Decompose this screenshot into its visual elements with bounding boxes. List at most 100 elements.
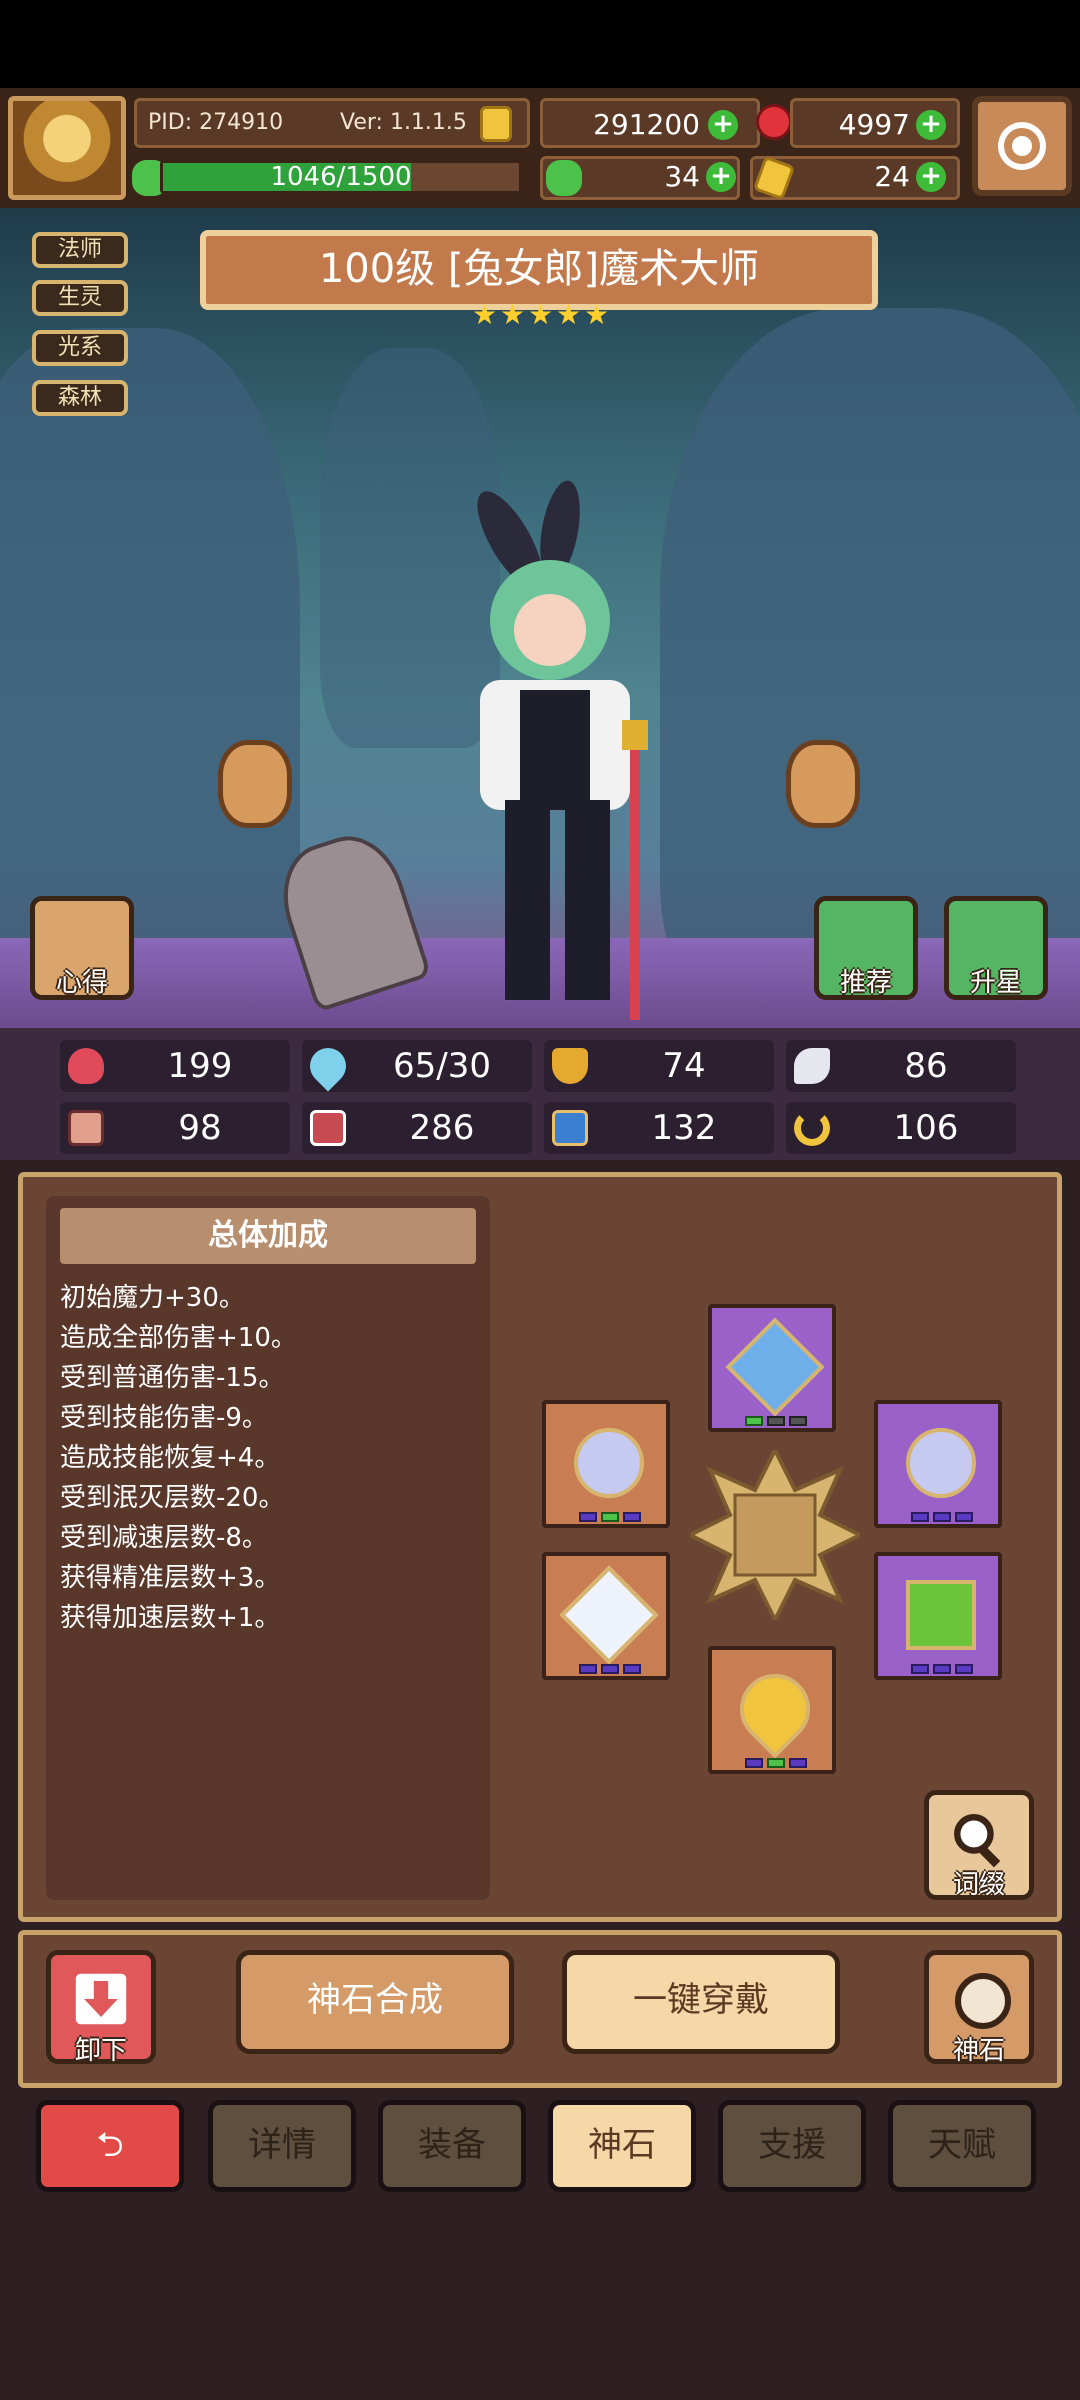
gold-coin-icon [480,106,512,142]
gem-slot-upper-left[interactable] [542,1400,670,1528]
affix-label: 词缀 [952,1870,1005,1900]
settings-button[interactable] [972,96,1072,196]
tag-terrain: 森林 [32,380,128,416]
magnifier-icon [954,1814,1001,1868]
star-icon: ★ [500,298,526,331]
slot-sockets [742,1758,810,1772]
tag-element: 光系 [32,330,128,366]
star-icon: ★ [556,298,582,331]
affix-button[interactable]: 词缀 [924,1790,1034,1900]
bonus-line: 受到减速层数-8。 [60,1523,268,1553]
red-gem-icon [756,104,792,140]
stat-mana: 65/30 [302,1040,532,1092]
add-clover-button[interactable]: + [706,162,736,192]
add-gold-button[interactable]: + [708,110,738,140]
slot-sockets [908,1664,976,1678]
fist-icon [68,1110,104,1146]
star-icon: ★ [584,298,610,331]
stat-value: 86 [904,1046,948,1086]
gem-slot-lower-left[interactable] [542,1552,670,1680]
godstone-button[interactable]: 神石 [924,1950,1034,2066]
player-avatar[interactable] [8,96,126,200]
tab-support[interactable]: 支援 [718,2100,866,2192]
book-icon [310,1110,346,1146]
horn-amount: 24 [874,160,910,193]
bottom-tab-bar: ⮌ 详情 装备 神石 支援 天赋 [36,2100,1046,2192]
stat-value: 199 [167,1046,233,1086]
boot-icon [552,1110,588,1146]
equip-all-button[interactable]: 一键穿戴 [562,1950,840,2054]
down-arrow-icon [75,1973,127,2025]
stat-value: 98 [178,1108,222,1148]
bonus-line: 受到技能伤害-9。 [60,1403,268,1433]
tab-talent[interactable]: 天赋 [888,2100,1036,2192]
tag-class: 法师 [32,232,128,268]
add-horn-button[interactable]: + [916,162,946,192]
gem-slot-lower-right[interactable] [874,1552,1002,1680]
tag-race: 生灵 [32,280,128,316]
gem-slot-upper-right[interactable] [874,1400,1002,1528]
center-emblem-icon [690,1450,860,1620]
return-arrow-icon: ⮌ [96,2125,124,2165]
recommend-label: 推荐 [839,968,892,998]
stat-magic: 286 [302,1102,532,1154]
slot-sockets [576,1512,644,1526]
bonus-title: 总体加成 [60,1208,476,1264]
bonus-line: 造成技能恢复+4。 [60,1443,281,1473]
gem-amount: 4997 [838,108,910,141]
back-button[interactable]: ⮌ [36,2100,184,2192]
stat-hp: 199 [60,1040,290,1092]
bonus-line: 受到泯灭层数-20。 [60,1483,285,1513]
tab-godstone[interactable]: 神石 [548,2100,696,2192]
notes-button[interactable]: 心得 [30,896,134,1000]
bonus-line: 受到普通伤害-15。 [60,1363,285,1393]
star-rating: ★ ★ ★ ★ ★ [472,298,612,336]
horseshoe-icon [794,1110,830,1146]
heart-icon [68,1048,104,1084]
star-icon: ★ [528,298,554,331]
pid-text: PID: 274910 [148,110,284,135]
xp-text: 1046/1500 [270,162,412,192]
status-bar-area [0,0,1080,88]
unequip-label: 卸下 [74,2036,127,2066]
stat-value: 106 [893,1108,959,1148]
stat-value: 286 [409,1108,475,1148]
stat-attack: 98 [60,1102,290,1154]
bonus-line: 造成全部伤害+10。 [60,1323,297,1353]
clover-amount: 34 [664,160,700,193]
gem-slot-top[interactable] [708,1304,836,1432]
tab-equipment[interactable]: 装备 [378,2100,526,2192]
slot-sockets [908,1512,976,1526]
star-icon: ★ [472,298,498,331]
mana-drop-icon [302,1040,354,1092]
stat-luck: 106 [786,1102,1016,1154]
xp-bar: 1046/1500 [160,160,522,194]
diamond-gem-icon [559,1565,659,1665]
pearl-gem-icon [559,1413,659,1513]
synthesize-button[interactable]: 神石合成 [236,1950,514,2054]
heart-gem-icon [725,1659,825,1759]
stat-speed: 86 [786,1040,1016,1092]
rotate-right-button[interactable] [786,740,860,828]
bonus-line: 获得精准层数+3。 [60,1563,281,1593]
gem-slot-bottom[interactable] [708,1646,836,1774]
bonus-line: 初始魔力+30。 [60,1283,245,1313]
unequip-button[interactable]: 卸下 [46,1950,156,2066]
action-row [18,1930,1062,2088]
star-up-button[interactable]: 升星 [944,896,1048,1000]
godstone-label: 神石 [952,2036,1005,2066]
rotate-left-button[interactable] [218,740,292,828]
stat-agility: 132 [544,1102,774,1154]
swirl-icon [955,1973,1011,2029]
clover-icon [546,160,582,196]
version-text: Ver: 1.1.1.5 [340,110,467,135]
blue-gem-icon [725,1317,825,1417]
wing-icon [794,1048,830,1084]
slot-sockets [576,1664,644,1678]
tab-details[interactable]: 详情 [208,2100,356,2192]
character-sprite[interactable] [450,480,670,1020]
recommend-button[interactable]: 推荐 [814,896,918,1000]
add-gem-button[interactable]: + [916,110,946,140]
stat-defense: 74 [544,1040,774,1092]
gold-amount: 291200 [593,108,700,141]
